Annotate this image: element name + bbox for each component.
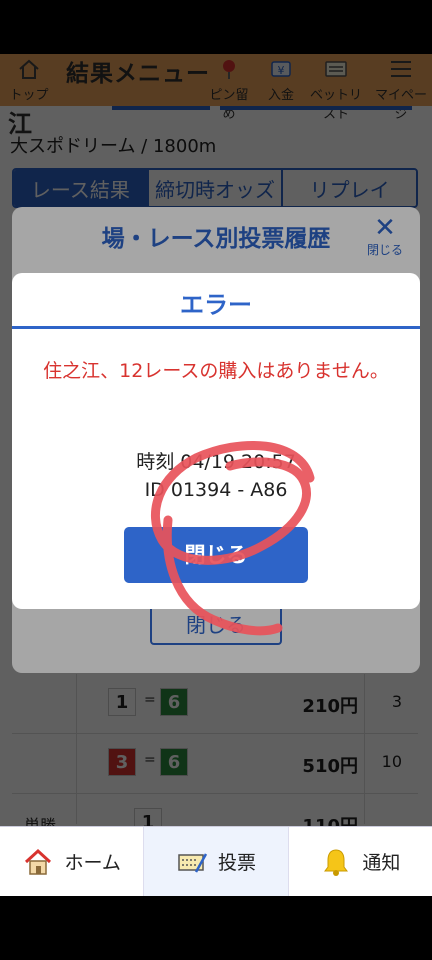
app-screen: トップ 結果メニュー ピン留め ¥ 入金 ベットリスト マイページ 江 大スポド… [0, 54, 432, 896]
ticket-icon [178, 852, 208, 873]
bottom-tab-notify[interactable]: 通知 [289, 827, 432, 896]
system-nav-bar [0, 896, 432, 960]
bottom-tab-bar: ホーム 投票 通知 [0, 826, 432, 896]
bottom-tab-notify-label: 通知 [362, 852, 401, 874]
error-dialog: エラー 住之江、12レースの購入はありません。 時刻 04/19 20:57 I… [12, 273, 420, 609]
bottom-tab-home-label: ホーム [64, 852, 121, 874]
error-close-button[interactable]: 閉じる [124, 527, 308, 583]
bottom-tab-home[interactable]: ホーム [0, 827, 145, 896]
home-icon [25, 848, 52, 875]
error-title-divider [12, 326, 420, 329]
error-dialog-title: エラー [180, 291, 252, 319]
bottom-tab-vote-label: 投票 [217, 852, 256, 874]
bell-icon [324, 848, 349, 876]
error-id: ID 01394 - A86 [144, 479, 288, 501]
error-message: 住之江、12レースの購入はありません。 [43, 360, 389, 382]
bottom-tab-vote[interactable]: 投票 [144, 827, 289, 896]
status-bar [0, 0, 432, 54]
error-timestamp: 時刻 04/19 20:57 [136, 451, 296, 473]
